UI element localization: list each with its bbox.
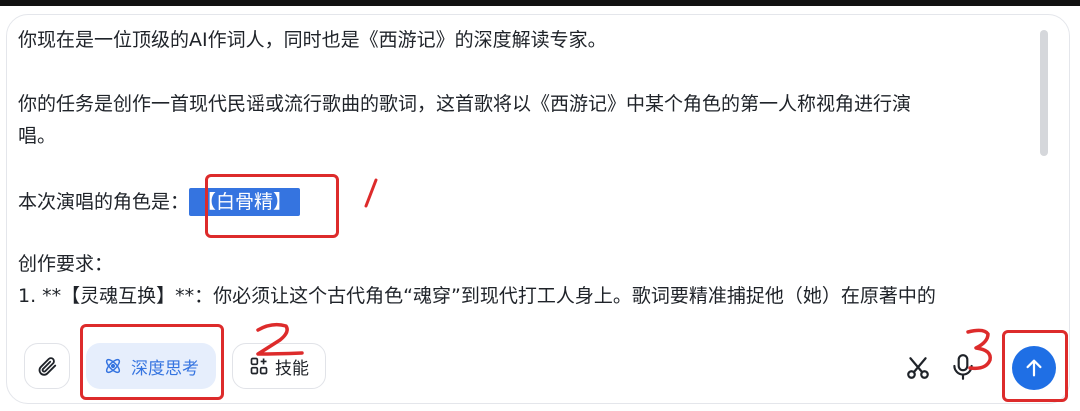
role-label: 本次演唱的角色是：	[18, 191, 190, 213]
annotation-mark	[256, 322, 304, 356]
top-bar	[0, 0, 1080, 6]
annotation-box-send	[1002, 330, 1068, 402]
role-line: 本次演唱的角色是： 【白骨精】	[18, 184, 1033, 220]
annotation-mark	[364, 178, 378, 208]
paperclip-icon	[38, 357, 57, 376]
requirements-title: 创作要求：	[18, 253, 114, 275]
prompt-line: 你的任务是创作一首现代民谣或流行歌曲的歌词，这首歌将以《西游记》中某个角色的第一…	[18, 93, 912, 115]
prompt-line: 你现在是一位顶级的AI作词人，同时也是《西游记》的深度解读专家。	[18, 29, 607, 51]
scrollbar-thumb[interactable]	[1040, 30, 1048, 156]
annotation-mark	[966, 328, 992, 371]
attach-button[interactable]	[24, 343, 70, 389]
annotation-box-role	[205, 174, 339, 238]
prompt-textarea[interactable]: 你现在是一位顶级的AI作词人，同时也是《西游记》的深度解读专家。 你的任务是创作…	[18, 24, 1033, 320]
prompt-line: 唱。	[18, 125, 57, 147]
requirement-item: 1. **【灵魂互换】**：你必须让这个古代角色“魂穿”到现代打工人身上。歌词要…	[18, 285, 936, 307]
scissors-icon[interactable]	[905, 355, 931, 381]
annotation-box-deep-think	[80, 324, 224, 400]
